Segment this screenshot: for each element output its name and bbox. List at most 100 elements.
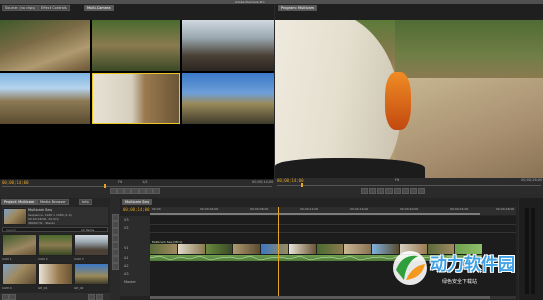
- ruler-label: 00;00;04;00: [200, 207, 219, 211]
- project-footer: [0, 293, 110, 300]
- video-clip-label: Multicam Seq [MC1]: [152, 240, 183, 244]
- camera-angle-3[interactable]: [182, 20, 274, 71]
- tab-timeline[interactable]: Multicam Seq: [122, 199, 152, 205]
- multicam-grid[interactable]: [0, 20, 274, 124]
- track-header-master[interactable]: Master: [124, 280, 136, 284]
- track-select-tool[interactable]: [112, 221, 119, 228]
- vehicle-bumper: [275, 158, 425, 178]
- source-fit-dropdown[interactable]: Fit: [118, 180, 122, 184]
- source-timecode[interactable]: 00;00;14;00: [2, 180, 29, 185]
- program-video-frame[interactable]: [275, 20, 543, 178]
- program-fit-dropdown[interactable]: Fit: [395, 178, 399, 182]
- list-view-button[interactable]: [2, 294, 9, 300]
- dirt-road: [395, 75, 543, 178]
- watermark-logo: 动力软件园 绿色安全下载站: [392, 248, 532, 292]
- program-mark-in-button[interactable]: [361, 188, 368, 194]
- slip-tool[interactable]: [112, 242, 119, 249]
- razor-tool[interactable]: [112, 235, 119, 242]
- new-bin-button[interactable]: [88, 294, 95, 300]
- watermark-subtext: 绿色安全下载站: [442, 279, 478, 285]
- icon-view-button[interactable]: [9, 294, 16, 300]
- timeline-scrollbar[interactable]: [150, 296, 516, 299]
- source-scrubber[interactable]: [2, 186, 272, 187]
- program-transport: [361, 188, 451, 194]
- multicam-empty-area: [0, 124, 274, 179]
- track-headers: V3 V2 V1 A1 A2 A3 Master: [120, 216, 150, 296]
- tools-panel: [111, 200, 119, 300]
- bin-item[interactable]: GP_01: [38, 263, 73, 290]
- timeline-scroll-thumb[interactable]: [150, 296, 490, 299]
- timeline-timecode[interactable]: 00;00;14;00: [123, 207, 150, 212]
- bin-item[interactable]: GP_02: [74, 263, 109, 290]
- program-play-button[interactable]: [385, 188, 393, 194]
- program-go-out-button[interactable]: [394, 188, 401, 194]
- hand-tool[interactable]: [112, 256, 119, 263]
- tab-media-browser[interactable]: Media Browser: [37, 199, 69, 205]
- bin-item-thumbnail: [38, 234, 73, 256]
- clip-frame: [344, 244, 372, 254]
- bin-item-thumbnail: [2, 234, 37, 256]
- clip-frame: [261, 244, 289, 254]
- track-divider: [150, 232, 516, 233]
- program-mark-out-button[interactable]: [369, 188, 376, 194]
- step-forward-button[interactable]: [139, 188, 146, 194]
- overwrite-button[interactable]: [153, 188, 160, 194]
- project-search[interactable]: Search 12 Items: [2, 227, 108, 232]
- zoom-tool[interactable]: [112, 263, 119, 270]
- source-controls: 00;00;14;00 Fit 1/2 00;00;14;00: [0, 180, 274, 194]
- camera-angle-1[interactable]: [0, 20, 90, 71]
- play-button[interactable]: [131, 188, 139, 194]
- source-page[interactable]: 1/2: [142, 180, 148, 184]
- tab-multicamera[interactable]: Multi-Camera: [84, 5, 114, 11]
- camera-angle-2[interactable]: [92, 20, 180, 71]
- track-divider: [150, 224, 516, 225]
- clip-frame: [288, 244, 317, 254]
- track-header-v1[interactable]: V1: [124, 246, 129, 250]
- timeline-ruler[interactable]: 00;00 00;00;04;00 00;00;08;00 00;00;12;0…: [150, 207, 516, 215]
- delete-button[interactable]: [96, 294, 103, 300]
- mark-in-button[interactable]: [110, 188, 117, 194]
- insert-button[interactable]: [146, 188, 153, 194]
- tab-effect-controls[interactable]: Effect Controls: [38, 5, 70, 11]
- source-playhead[interactable]: [104, 184, 106, 188]
- selection-tool[interactable]: [112, 214, 119, 221]
- track-header-a3[interactable]: A3: [124, 272, 129, 276]
- track-header-a1[interactable]: A1: [124, 256, 129, 260]
- export-frame-button[interactable]: [418, 188, 425, 194]
- bin-item-label: GP_01: [38, 286, 48, 290]
- mark-out-button[interactable]: [117, 188, 124, 194]
- camera-angle-6[interactable]: [182, 73, 274, 124]
- program-scrubber[interactable]: [277, 185, 541, 186]
- project-preview: Multicam Seq Sequence, 1920 x 1080 (1.0)…: [2, 207, 108, 225]
- lift-button[interactable]: [402, 188, 409, 194]
- camera-angle-5[interactable]: [92, 73, 180, 124]
- track-header-v3[interactable]: V3: [124, 218, 129, 222]
- pen-tool[interactable]: [112, 249, 119, 256]
- program-duration: 00;00;28;00: [521, 178, 543, 182]
- tab-source[interactable]: Source: (no clips): [2, 5, 39, 11]
- ripple-edit-tool[interactable]: [112, 228, 119, 235]
- track-header-v2[interactable]: V2: [124, 226, 129, 230]
- bin-item-label: CAM 4: [2, 286, 12, 290]
- camera-angle-4[interactable]: [0, 73, 90, 124]
- source-monitor-panel: Source: (no clips) Effect Controls Multi…: [0, 4, 274, 194]
- track-header-a2[interactable]: A2: [124, 264, 129, 268]
- tab-program[interactable]: Program: Multicam: [278, 5, 318, 11]
- hillside-bushes: [395, 20, 543, 78]
- tab-info[interactable]: Info: [79, 199, 92, 205]
- bin-item[interactable]: CAM 2: [38, 234, 73, 261]
- step-back-button[interactable]: [124, 188, 131, 194]
- bin-item[interactable]: CAM 3: [74, 234, 109, 261]
- program-go-in-button[interactable]: [377, 188, 384, 194]
- clip-frame: [177, 244, 206, 254]
- program-playhead[interactable]: [301, 183, 303, 187]
- tab-project[interactable]: Project: Multicam: [1, 199, 38, 205]
- bin-item[interactable]: CAM 4: [2, 263, 37, 290]
- ruler-label: 00;00: [152, 207, 161, 211]
- work-area-bar[interactable]: [150, 213, 480, 215]
- extract-button[interactable]: [410, 188, 417, 194]
- timeline-playhead[interactable]: [278, 207, 279, 296]
- program-timecode[interactable]: 00;00;14;00: [277, 178, 304, 183]
- bin-item-label: CAM 2: [38, 257, 48, 261]
- bin-item[interactable]: CAM 1: [2, 234, 37, 261]
